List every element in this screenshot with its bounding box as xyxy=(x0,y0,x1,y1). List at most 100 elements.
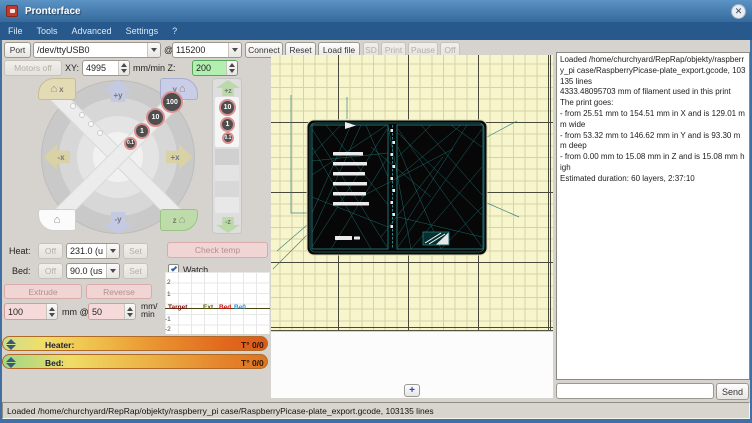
graph-ytick: -2 xyxy=(165,326,171,333)
gcode-render xyxy=(271,55,553,331)
spinner-arrows-icon[interactable] xyxy=(46,304,57,319)
z-distance-10[interactable]: 10 xyxy=(219,99,236,116)
bed-label: Bed: xyxy=(12,266,31,276)
xy-feedrate-spinner[interactable]: 4995 xyxy=(82,60,130,76)
z-jog-step[interactable] xyxy=(215,197,239,213)
home-z-button[interactable]: z ⌂ xyxy=(160,209,198,231)
titlebar: Pronterface ✕ xyxy=(0,0,752,22)
spinner-arrows-icon[interactable] xyxy=(226,61,237,75)
jog-dot xyxy=(79,112,85,118)
extrude-button[interactable]: Extrude xyxy=(4,284,82,299)
bed-temp-select[interactable]: 90.0 (us xyxy=(66,263,120,279)
dropdown-arrow-icon[interactable] xyxy=(106,264,119,278)
jog-plus-z-button[interactable]: +z xyxy=(216,80,240,96)
extrude-length-spinner[interactable]: 100 xyxy=(4,303,58,320)
home-all-button[interactable]: ⌂ xyxy=(38,209,76,231)
home-icon: ⌂ xyxy=(179,215,186,226)
menu-tools[interactable]: Tools xyxy=(37,26,58,36)
reverse-button[interactable]: Reverse xyxy=(86,284,152,299)
dropdown-arrow-icon[interactable] xyxy=(228,43,241,57)
port-button[interactable]: Port xyxy=(4,42,31,58)
z-feed-label: mm/min Z: xyxy=(133,63,176,73)
graph-ytick: -1 xyxy=(165,316,171,323)
extrude-feed-value: 50 xyxy=(89,307,124,317)
status-text: Loaded /home/churchyard/RepRap/objekty/r… xyxy=(7,406,434,416)
bed-temp-value: 90.0 (us xyxy=(67,266,106,276)
home-z-label: z xyxy=(173,216,177,225)
z-feedrate-spinner[interactable]: 200 xyxy=(192,60,238,76)
mm-at-label: mm @ xyxy=(62,307,89,317)
graph-ytick: 2 xyxy=(167,279,171,286)
heater-gauge[interactable]: Heater: T° 0/0 xyxy=(2,336,268,351)
xy-feed-label: XY: xyxy=(65,63,79,73)
heat-off-button[interactable]: Off xyxy=(38,243,63,259)
jog-minus-z-button[interactable]: -z xyxy=(216,217,240,233)
gauge-pointer-icon[interactable] xyxy=(5,338,16,351)
z-jog-column: +z 10 1 0.1 -z xyxy=(212,78,242,234)
bed-gauge[interactable]: Bed: T° 0/0 xyxy=(2,354,268,369)
menu-advanced[interactable]: Advanced xyxy=(72,26,112,36)
graph-label-target: Target xyxy=(168,305,187,312)
jog-pad: ⌂ x y ⌂ ⌂ z ⌂ +y -y -x +x 100 10 1 0.1 xyxy=(14,78,212,236)
extrude-feed-spinner[interactable]: 50 xyxy=(88,303,136,320)
home-icon: ⌂ xyxy=(54,215,61,226)
z-jog-step[interactable] xyxy=(215,149,239,165)
window-title: Pronterface xyxy=(25,6,81,17)
bed-gauge-label: Bed: xyxy=(45,358,64,368)
bed-off-button[interactable]: Off xyxy=(38,263,63,279)
port-value: /dev/ttyUSB0 xyxy=(34,45,147,55)
heater-gauge-value: T° 0/0 xyxy=(241,340,264,350)
jog-dot xyxy=(97,130,103,136)
graph-label-ext: Ext xyxy=(203,305,213,312)
z-distance-0-1[interactable]: 0.1 xyxy=(222,132,234,144)
graph-label-bed: Bed xyxy=(219,305,231,312)
graph-ytick: 1 xyxy=(167,291,171,298)
jog-distance-0-1[interactable]: 0.1 xyxy=(124,137,137,150)
window-border-bottom xyxy=(0,419,752,423)
menu-file[interactable]: File xyxy=(8,26,23,36)
xy-feedrate-value: 4995 xyxy=(83,63,118,73)
spinner-arrows-icon[interactable] xyxy=(124,304,135,319)
gauge-pointer-icon[interactable] xyxy=(5,356,16,369)
check-temp-button[interactable]: Check temp xyxy=(167,242,268,258)
home-icon: ⌂ xyxy=(50,84,57,95)
viewer-expand-button[interactable]: + xyxy=(404,384,420,397)
jog-distance-10[interactable]: 10 xyxy=(146,108,165,127)
jog-distance-1[interactable]: 1 xyxy=(134,123,150,139)
port-select[interactable]: /dev/ttyUSB0 xyxy=(33,42,161,58)
menu-settings[interactable]: Settings xyxy=(126,26,159,36)
dropdown-arrow-icon[interactable] xyxy=(106,244,119,258)
menubar: File Tools Advanced Settings ? xyxy=(0,22,752,40)
gcode-input[interactable] xyxy=(556,383,714,399)
heater-gauge-label: Heater: xyxy=(45,340,74,350)
motors-off-button[interactable]: Motors off xyxy=(4,60,62,76)
status-bar: Loaded /home/churchyard/RepRap/objekty/r… xyxy=(2,402,750,419)
home-icon: ⌂ xyxy=(179,84,186,95)
heat-set-button[interactable]: Set xyxy=(123,243,148,259)
bed-set-button[interactable]: Set xyxy=(123,263,148,279)
gcode-viewer[interactable] xyxy=(271,55,553,331)
dropdown-arrow-icon[interactable] xyxy=(147,43,160,57)
extrude-length-value: 100 xyxy=(5,307,46,317)
menu-help[interactable]: ? xyxy=(172,26,177,36)
home-x-label: x xyxy=(59,85,63,94)
extrude-unit-line2: min xyxy=(141,310,158,318)
close-button[interactable]: ✕ xyxy=(731,4,746,19)
jog-dot xyxy=(88,121,94,127)
heat-temp-value: 231.0 (u xyxy=(67,246,106,256)
spinner-arrows-icon[interactable] xyxy=(118,61,129,75)
jog-distance-100[interactable]: 100 xyxy=(161,91,183,113)
home-x-button[interactable]: ⌂ x xyxy=(38,78,76,100)
heat-temp-select[interactable]: 231.0 (u xyxy=(66,243,120,259)
graph-label-bed0: Be0 xyxy=(234,305,246,312)
z-distance-1[interactable]: 1 xyxy=(220,117,235,132)
log-output[interactable]: Loaded /home/churchyard/RepRap/objekty/r… xyxy=(556,52,750,380)
baud-select[interactable]: 115200 xyxy=(172,42,242,58)
jog-dot xyxy=(70,103,76,109)
z-feedrate-value: 200 xyxy=(193,63,226,73)
z-jog-step[interactable] xyxy=(215,181,239,197)
app-icon xyxy=(6,5,18,17)
z-jog-step[interactable] xyxy=(215,165,239,181)
check-icon xyxy=(171,265,177,271)
send-button[interactable]: Send xyxy=(716,383,749,400)
